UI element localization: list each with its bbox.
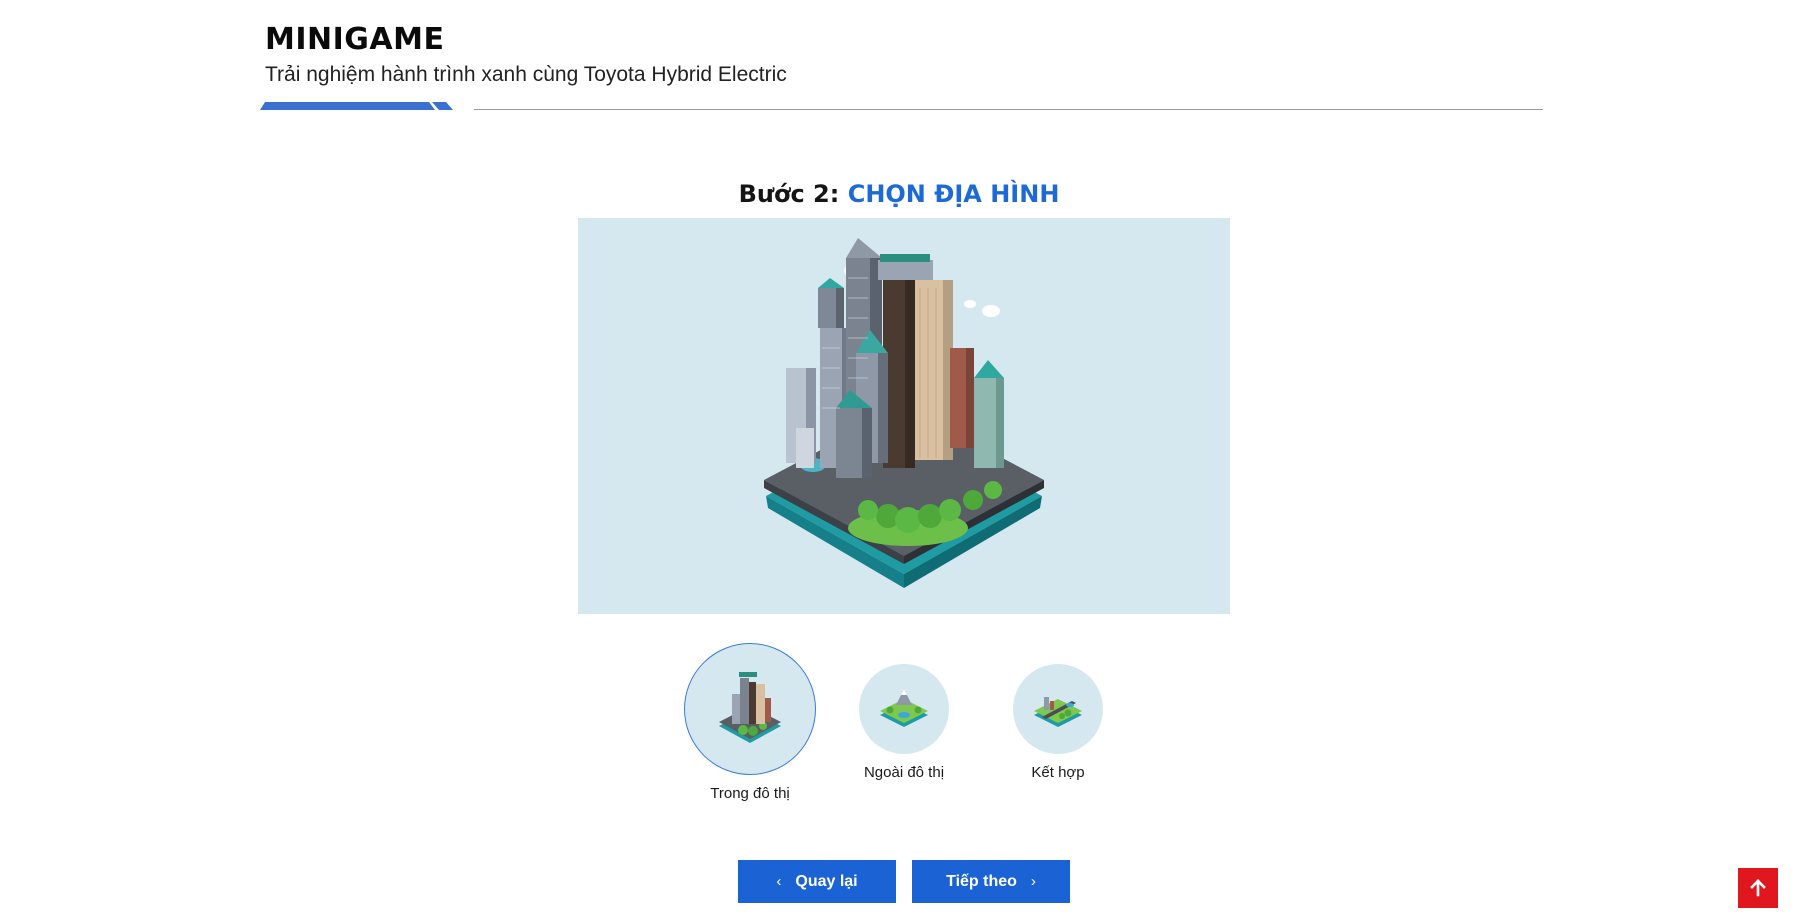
terrain-options: Trong đô thị Ngoài đô thị Kết hợp	[0, 640, 1798, 810]
terrain-option-rural[interactable]: Ngoài đô thị	[859, 664, 949, 781]
next-button[interactable]: Tiếp theo ›	[912, 860, 1070, 903]
terrain-option-mixed[interactable]: Kết hợp	[1013, 664, 1103, 781]
city-island-illustration	[764, 238, 1044, 588]
page-header: MINIGAME Trải nghiệm hành trình xanh cùn…	[265, 22, 1543, 87]
page-title: MINIGAME	[265, 22, 445, 57]
scroll-to-top-button[interactable]	[1738, 868, 1778, 908]
header-divider	[260, 102, 1543, 112]
terrain-option-urban[interactable]: Trong đô thị	[684, 643, 816, 802]
terrain-option-label: Trong đô thị	[710, 785, 790, 802]
step-number: Bước 2:	[738, 180, 840, 208]
step-heading: Bước 2: CHỌN ĐỊA HÌNH	[0, 180, 1798, 208]
terrain-preview-panel	[578, 218, 1230, 614]
step-name: CHỌN ĐỊA HÌNH	[847, 180, 1060, 208]
chevron-right-icon: ›	[1030, 873, 1036, 890]
terrain-option-label: Kết hợp	[1031, 764, 1085, 781]
chevron-left-icon: ‹	[776, 873, 782, 890]
arrow-up-icon	[1750, 879, 1766, 897]
terrain-option-label: Ngoài đô thị	[863, 764, 945, 781]
mixed-terrain-icon	[1013, 664, 1103, 754]
urban-terrain-icon	[684, 643, 816, 775]
page-subtitle: Trải nghiệm hành trình xanh cùng Toyota …	[265, 63, 787, 86]
rural-terrain-icon	[859, 664, 949, 754]
next-button-label: Tiếp theo	[946, 872, 1017, 890]
back-button[interactable]: ‹ Quay lại	[738, 860, 896, 903]
back-button-label: Quay lại	[795, 872, 858, 890]
